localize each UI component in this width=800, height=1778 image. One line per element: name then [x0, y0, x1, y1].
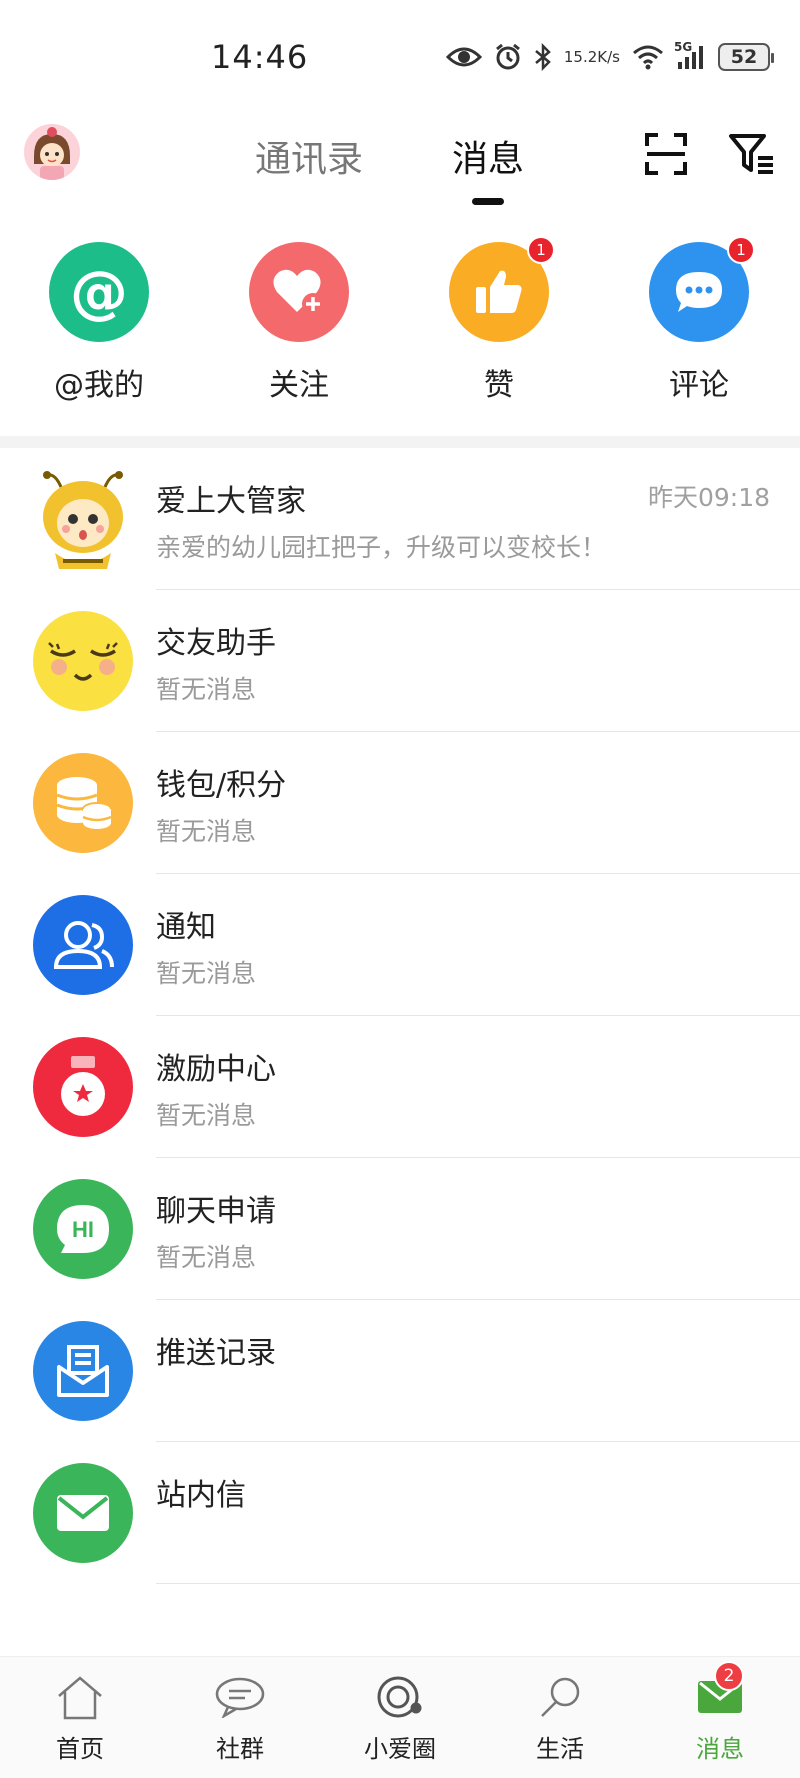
tab-circle[interactable]: 小爱圈 [340, 1669, 460, 1764]
message-title: 聊天申请 [156, 1194, 276, 1229]
message-icon: 2 [690, 1661, 750, 1725]
message-title: 交友助手 [156, 626, 276, 661]
message-title: 爱上大管家 [156, 484, 306, 519]
message-title: 通知 [156, 910, 216, 945]
battery-indicator: 52 [718, 43, 774, 71]
circle-icon [370, 1669, 430, 1725]
scan-icon[interactable] [640, 128, 692, 180]
comments-badge: 1 [727, 236, 755, 264]
quick-action-mentions[interactable]: @ @我的 [29, 242, 169, 404]
quick-action-label: 赞 [484, 368, 514, 403]
thumbs-up-icon: 1 [449, 236, 555, 342]
alarm-icon [494, 43, 522, 71]
svg-text:HI: HI [72, 1217, 94, 1242]
quick-actions: @ @我的 关注 1 赞 1 评论 [0, 236, 800, 404]
list-item[interactable]: 交友助手 暂无消息 [0, 590, 800, 732]
list-item[interactable]: HI 聊天申请 暂无消息 [0, 1158, 800, 1300]
community-icon [210, 1669, 270, 1725]
message-title: 站内信 [156, 1478, 246, 1513]
net-speed: 15.2 K/s [563, 47, 620, 66]
tab-label: 首页 [56, 1735, 104, 1763]
tab-life[interactable]: 生活 [500, 1669, 620, 1764]
divider [156, 1583, 800, 1584]
message-preview: 暂无消息 [156, 959, 257, 988]
tab-label: 社群 [216, 1735, 264, 1763]
message-title: 推送记录 [156, 1336, 276, 1371]
message-title: 钱包/积分 [156, 768, 287, 803]
tab-contacts[interactable]: 通讯录 [255, 130, 363, 182]
messages-tab-badge: 2 [714, 1661, 744, 1691]
message-list: 爱上大管家 昨天09:18 亲爱的幼儿园扛把子，升级可以变校长！ 交友助手 暂无… [0, 448, 800, 1584]
tab-label: 小爱圈 [364, 1735, 436, 1763]
search-icon [530, 1669, 590, 1725]
tab-messages[interactable]: 消息 [452, 130, 524, 182]
bee-mascot-icon [33, 469, 133, 569]
bottom-tab-bar: 首页 社群 小爱圈 生活 2 消息 [0, 1656, 800, 1778]
section-divider [0, 436, 800, 448]
push-envelope-icon [33, 1321, 133, 1421]
quick-action-label: 评论 [669, 368, 729, 403]
signal-icon: 5G [674, 40, 706, 70]
list-item[interactable]: 通知 暂无消息 [0, 874, 800, 1016]
quick-action-label: 关注 [269, 368, 329, 403]
tab-home[interactable]: 首页 [20, 1669, 140, 1764]
message-preview: 暂无消息 [156, 1101, 257, 1130]
quick-action-likes[interactable]: 1 赞 [429, 236, 569, 404]
message-preview: 暂无消息 [156, 1243, 257, 1272]
hi-bubble-icon: HI [33, 1179, 133, 1279]
eye-icon [445, 45, 482, 69]
message-preview: 暂无消息 [156, 817, 257, 846]
header: 通讯录 消息 [0, 110, 800, 210]
status-time: 14:46 [211, 38, 309, 76]
coins-icon [33, 753, 133, 853]
quick-action-comments[interactable]: 1 评论 [629, 236, 769, 404]
home-icon [50, 1669, 110, 1725]
smiley-face-icon [33, 611, 133, 711]
list-item[interactable]: 钱包/积分 暂无消息 [0, 732, 800, 874]
quick-action-follow[interactable]: 关注 [229, 242, 369, 404]
list-item[interactable]: 爱上大管家 昨天09:18 亲爱的幼儿园扛把子，升级可以变校长！ [0, 448, 800, 590]
avatar[interactable] [24, 124, 80, 180]
message-preview: 亲爱的幼儿园扛把子，升级可以变校长！ [156, 533, 607, 562]
tab-community[interactable]: 社群 [180, 1669, 300, 1764]
at-icon: @ [49, 242, 149, 342]
users-icon [33, 895, 133, 995]
tab-label: 生活 [536, 1735, 584, 1763]
filter-icon[interactable] [726, 128, 778, 180]
quick-action-label: @我的 [54, 368, 144, 403]
status-bar: 14:46 15.2 K/s 5G 52 [0, 0, 800, 110]
medal-icon [33, 1037, 133, 1137]
tab-messages-bottom[interactable]: 2 消息 [660, 1661, 780, 1764]
message-time: 昨天09:18 [647, 483, 770, 512]
heart-plus-icon [249, 242, 349, 342]
active-tab-indicator [472, 198, 504, 205]
likes-badge: 1 [527, 236, 555, 264]
status-icons: 15.2 K/s 5G 52 [445, 40, 774, 74]
message-title: 激励中心 [156, 1052, 276, 1087]
message-preview: 暂无消息 [156, 675, 257, 704]
list-item[interactable]: 站内信 [0, 1442, 800, 1584]
chat-bubble-icon: 1 [649, 236, 755, 342]
bluetooth-icon [534, 43, 552, 71]
tab-label: 消息 [696, 1735, 744, 1763]
wifi-icon [632, 44, 664, 70]
list-item[interactable]: 激励中心 暂无消息 [0, 1016, 800, 1158]
mail-icon [33, 1463, 133, 1563]
list-item[interactable]: 推送记录 [0, 1300, 800, 1442]
